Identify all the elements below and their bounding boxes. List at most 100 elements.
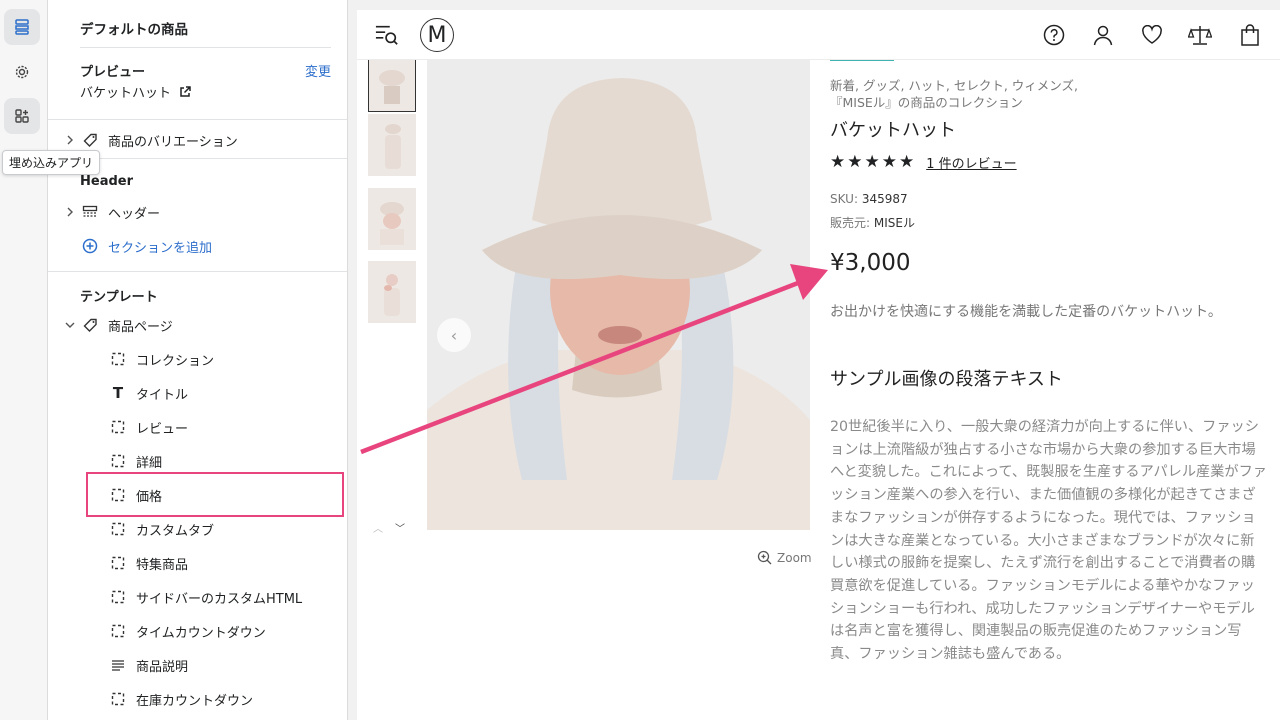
categories-line[interactable]: 『MISEル』の商品のコレクション — [830, 94, 1078, 111]
block-label: レビュー — [136, 421, 189, 437]
sections-button[interactable] — [4, 9, 40, 45]
chevron-down-icon — [64, 319, 76, 331]
apps-icon — [15, 109, 29, 123]
block-row-stock-countdown[interactable]: 在庫カウントダウン — [48, 686, 347, 712]
product-title: バケットハット — [830, 120, 956, 141]
lines-icon — [110, 657, 126, 673]
app-embeds-tooltip: 埋め込みアプリ — [2, 150, 101, 175]
header-row[interactable]: ヘッダー — [48, 199, 347, 225]
chevron-down-icon[interactable]: ﹀ — [395, 520, 405, 535]
app-rail — [0, 0, 48, 720]
sku-line: SKU: 345987 — [830, 192, 908, 206]
header-layout-icon — [82, 204, 98, 220]
settings-button[interactable] — [4, 54, 40, 90]
template-section-title: テンプレート — [80, 290, 158, 305]
store-logo[interactable]: M — [420, 18, 454, 52]
app-embeds-button[interactable] — [4, 98, 40, 134]
product-thumbnail[interactable] — [368, 114, 416, 176]
description-heading: サンプル画像の段落テキスト — [830, 369, 1063, 390]
help-icon[interactable] — [1042, 23, 1066, 47]
divider — [80, 47, 331, 48]
zoom-label: Zoom — [777, 550, 812, 565]
block-label: 商品説明 — [136, 659, 189, 675]
vendor-label: 販売元: — [830, 216, 871, 230]
block-row-description[interactable]: 商品説明 — [48, 652, 347, 678]
block-label: コレクション — [136, 353, 215, 369]
block-row-countdown[interactable]: タイムカウントダウン — [48, 618, 347, 644]
product-page-label: 商品ページ — [108, 319, 173, 335]
block-row-title[interactable]: T タイトル — [48, 380, 347, 406]
prev-image-button[interactable]: ‹ — [437, 318, 471, 352]
preview-product-name: バケットハット — [80, 86, 172, 101]
review-link[interactable]: 1 件のレビュー — [926, 153, 1016, 172]
chevron-right-icon — [64, 134, 76, 146]
preview-change-link[interactable]: 変更 — [305, 61, 331, 80]
thumbnail-nav: ︿ ﹀ — [373, 520, 405, 535]
block-icon — [110, 555, 126, 571]
vendor-line: 販売元: MISEル — [830, 214, 915, 231]
block-icon — [110, 691, 126, 707]
divider — [48, 271, 347, 272]
block-label: サイドバーのカスタムHTML — [136, 591, 303, 607]
tag-icon — [82, 317, 98, 333]
plus-circle-icon — [82, 238, 98, 254]
block-label: カスタムタブ — [136, 523, 215, 539]
categories-line[interactable]: 新着, グッズ, ハット, セレクト, ウィメンズ, — [830, 77, 1078, 94]
block-row-custom-tab[interactable]: カスタムタブ — [48, 516, 347, 542]
block-icon — [110, 623, 126, 639]
product-price: ¥3,000 — [830, 250, 911, 276]
price-highlight-box — [86, 472, 344, 517]
zoom-button[interactable]: Zoom — [757, 550, 812, 565]
block-row-review[interactable]: レビュー — [48, 414, 347, 440]
block-label: 詳細 — [136, 455, 163, 471]
sku-label: SKU: — [830, 192, 858, 206]
vendor-value: MISEル — [873, 216, 915, 230]
wishlist-heart-icon[interactable] — [1140, 23, 1164, 47]
block-icon — [110, 419, 126, 435]
block-label: 特集商品 — [136, 557, 189, 573]
add-section-button[interactable]: セクションを追加 — [48, 233, 347, 259]
chevron-right-icon — [64, 206, 76, 218]
compare-scale-icon[interactable] — [1188, 23, 1212, 47]
block-row-sidebar-html[interactable]: サイドバーのカスタムHTML — [48, 584, 347, 610]
preview-product[interactable]: バケットハット — [80, 82, 191, 101]
block-icon — [110, 589, 126, 605]
sku-value: 345987 — [861, 192, 908, 206]
preview-label: プレビュー — [80, 65, 146, 80]
block-icon — [110, 521, 126, 537]
block-icon — [110, 453, 126, 469]
menu-search-icon[interactable] — [375, 23, 399, 47]
short-description: お出かけを快適にする機能を満載した定番のバケットハット。 — [830, 304, 1222, 320]
sections-panel: デフォルトの商品 プレビュー 変更 バケットハット 商品のバリエーション Hea… — [48, 0, 348, 720]
product-page-row[interactable]: 商品ページ — [48, 312, 347, 338]
chevron-up-icon[interactable]: ︿ — [373, 520, 383, 535]
product-thumbnail[interactable] — [368, 261, 416, 323]
gear-icon — [15, 65, 29, 79]
zoom-icon — [757, 550, 772, 565]
block-icon — [110, 351, 126, 367]
storefront-preview: M ︿ ﹀ ‹ Zoom 新着, グッズ, ハット, セレクト, ウィメンズ, … — [357, 10, 1280, 720]
block-row-featured[interactable]: 特集商品 — [48, 550, 347, 576]
tag-icon — [82, 132, 98, 148]
header-section-title: Header — [80, 174, 134, 189]
sections-icon — [15, 19, 29, 35]
header-label: ヘッダー — [108, 206, 161, 222]
product-thumbnail[interactable] — [368, 188, 416, 250]
block-row-collection[interactable]: コレクション — [48, 346, 347, 372]
add-section-label: セクションを追加 — [108, 240, 213, 256]
variations-label: 商品のバリエーション — [108, 134, 238, 150]
external-link-icon — [180, 85, 191, 97]
block-label: 在庫カウントダウン — [136, 693, 254, 709]
store-header: M — [357, 10, 1280, 60]
account-icon[interactable] — [1091, 23, 1115, 47]
product-main-image[interactable]: ‹ — [427, 60, 810, 530]
block-label: タイトル — [136, 387, 189, 403]
divider — [48, 119, 347, 120]
block-row-details[interactable]: 詳細 — [48, 448, 347, 474]
block-label: タイムカウントダウン — [136, 625, 266, 641]
product-categories: 新着, グッズ, ハット, セレクト, ウィメンズ, 『MISEル』の商品のコレ… — [830, 77, 1078, 111]
rating: ★★★★★ 1 件のレビュー — [830, 152, 1017, 172]
star-rating: ★★★★★ — [830, 152, 917, 172]
text-icon: T — [112, 384, 124, 402]
cart-bag-icon[interactable] — [1238, 23, 1262, 47]
